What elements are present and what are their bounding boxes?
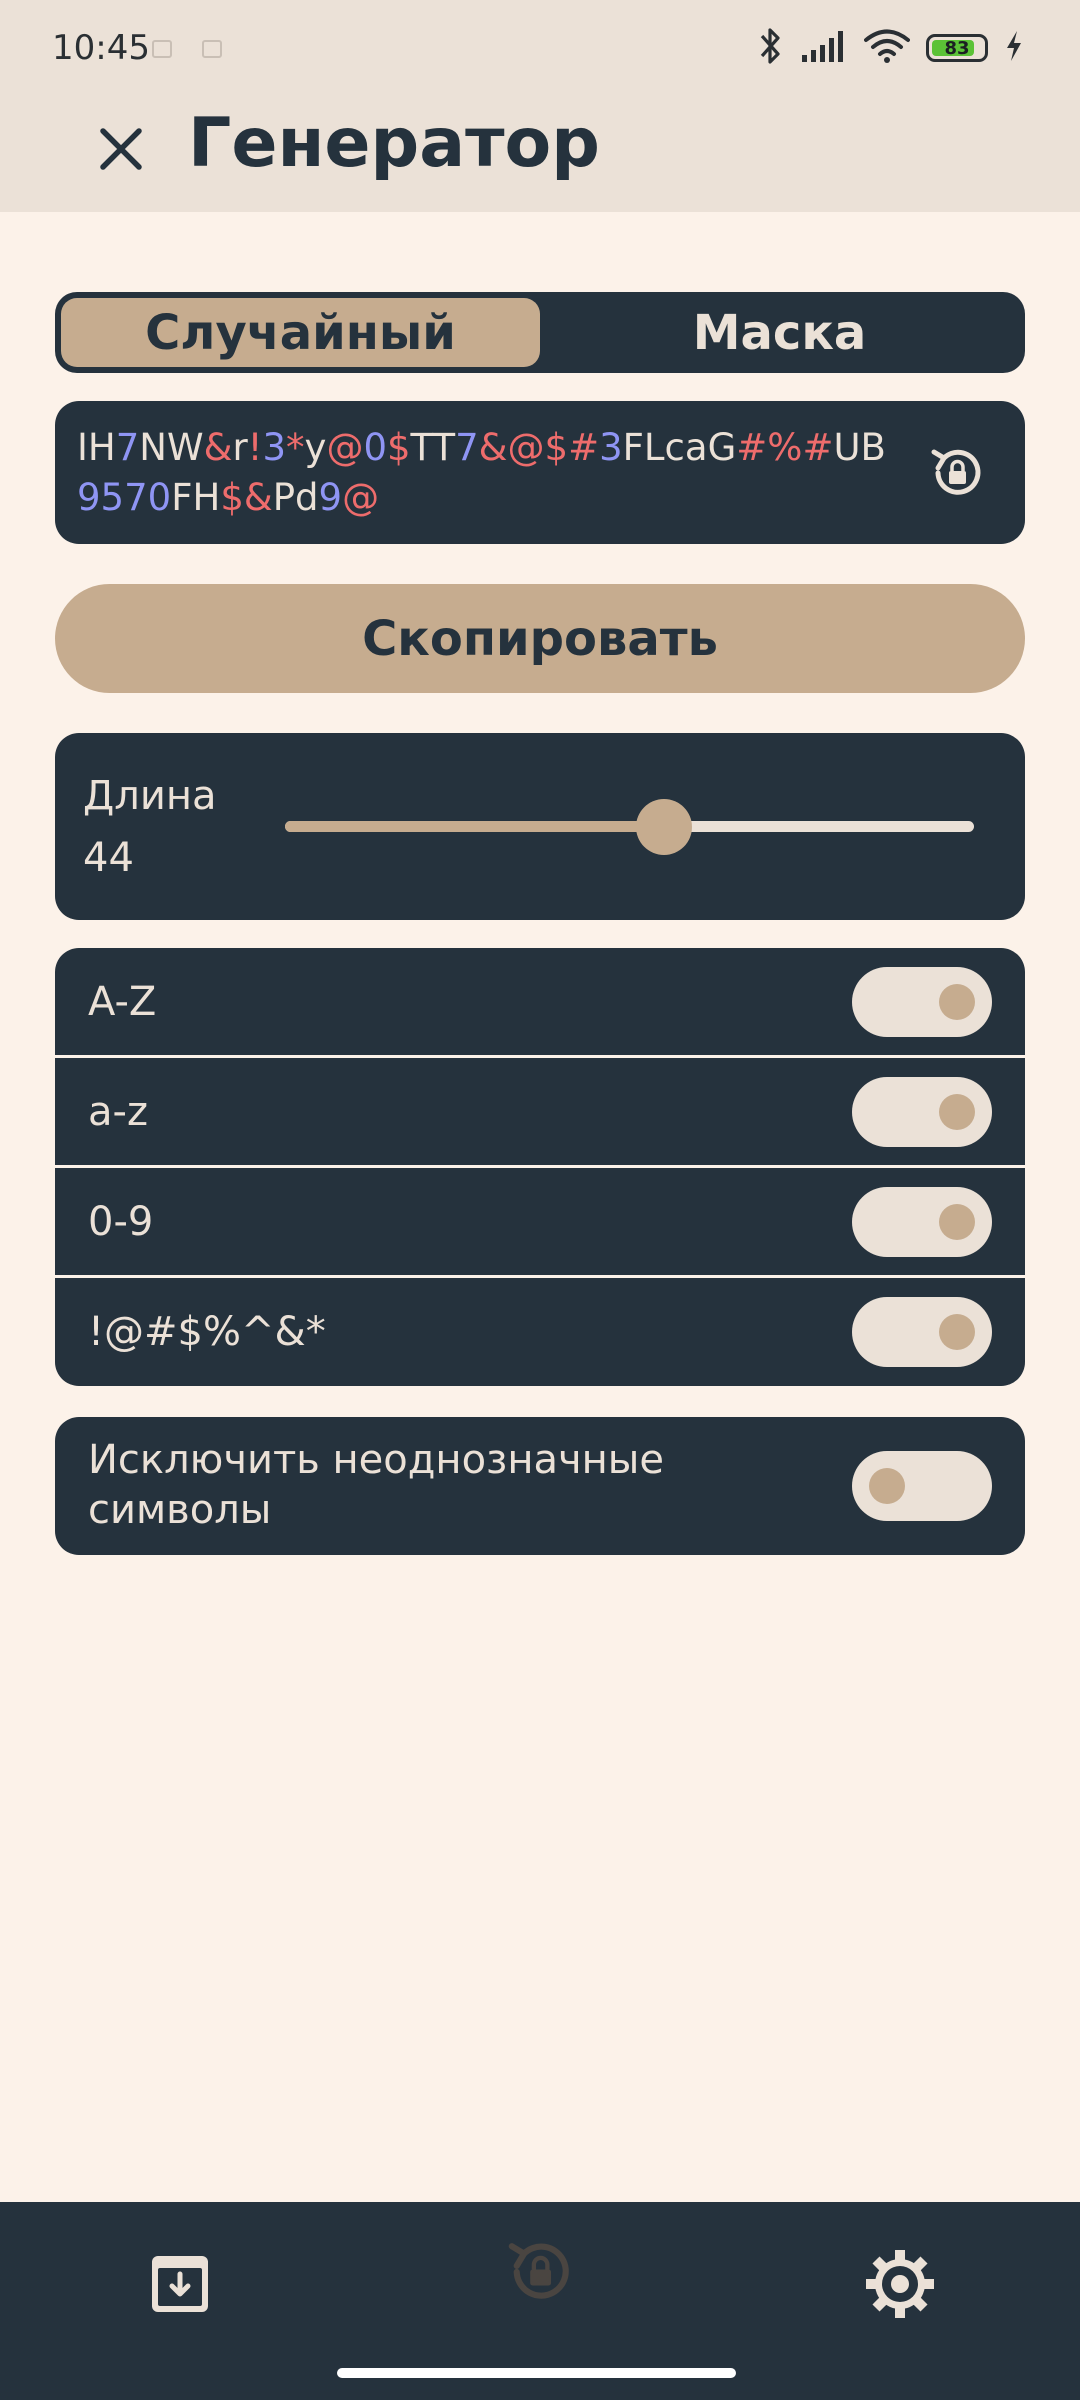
app-header: Генератор <box>0 96 1080 212</box>
nav-settings[interactable] <box>860 2244 940 2324</box>
mode-switch: Случайный Маска <box>55 292 1025 373</box>
page-title: Генератор <box>188 104 600 183</box>
length-label: Длина <box>83 773 217 819</box>
tab-random[interactable]: Случайный <box>61 298 540 367</box>
uppercase-switch[interactable] <box>852 966 992 1037</box>
signal-icon <box>800 29 848 67</box>
notification-icon <box>152 40 172 58</box>
switch-knob <box>939 1203 975 1240</box>
slider-thumb[interactable] <box>635 799 692 855</box>
nav-generator[interactable] <box>500 2232 580 2312</box>
battery-icon: 83 <box>926 34 988 62</box>
regenerate-button[interactable] <box>925 441 989 505</box>
length-card: Длина 44 <box>55 733 1025 920</box>
lock-reset-icon <box>508 2243 569 2299</box>
home-indicator <box>337 2368 736 2378</box>
bottom-nav <box>0 2202 1080 2400</box>
status-icons: 83 <box>758 26 1024 70</box>
close-button[interactable] <box>88 116 154 182</box>
slider-fill <box>285 821 664 832</box>
switch-knob <box>869 1468 905 1504</box>
toggle-row-digits[interactable]: 0-9 <box>55 1168 1025 1275</box>
toggle-row-lowercase[interactable]: a-z <box>55 1058 1025 1165</box>
symbols-switch[interactable] <box>852 1297 992 1367</box>
exclude-ambiguous-label: Исключить неоднозначные символы <box>88 1437 664 1533</box>
password-card: IH7NW&r!3*y@0$TT7&@$#3FLcaG#%#UB9570FH$&… <box>55 401 1025 544</box>
generated-password: IH7NW&r!3*y@0$TT7&@$#3FLcaG#%#UB9570FH$&… <box>77 426 886 519</box>
nav-archive[interactable] <box>140 2244 220 2324</box>
archive-download-icon <box>152 2256 208 2312</box>
status-bar: 10:45 83 <box>0 0 1080 96</box>
toggle-label: a-z <box>88 1088 148 1135</box>
battery-level: 83 <box>944 37 970 59</box>
charset-toggles: A-Z a-z 0-9 !@#$%^&* <box>55 948 1025 1386</box>
length-value: 44 <box>83 835 134 881</box>
toggle-row-uppercase[interactable]: A-Z <box>55 948 1025 1055</box>
toggle-label: 0-9 <box>88 1198 154 1245</box>
status-time: 10:45 <box>52 28 150 68</box>
toggle-label: A-Z <box>88 978 157 1025</box>
length-slider[interactable] <box>285 799 974 855</box>
toggle-label: !@#$%^&* <box>88 1309 326 1355</box>
bluetooth-icon <box>758 26 784 70</box>
tab-mask[interactable]: Маска <box>540 298 1019 367</box>
switch-knob <box>939 1314 975 1350</box>
wifi-icon <box>864 29 910 67</box>
charging-icon <box>1004 30 1024 66</box>
lowercase-switch[interactable] <box>852 1076 992 1147</box>
exclude-ambiguous-card[interactable]: Исключить неоднозначные символы <box>55 1417 1025 1555</box>
notification-icon <box>202 40 222 58</box>
switch-knob <box>939 983 975 1020</box>
gear-icon <box>866 2250 934 2318</box>
switch-knob <box>939 1093 975 1130</box>
exclude-ambiguous-switch[interactable] <box>852 1451 992 1521</box>
lock-reset-icon <box>931 449 981 495</box>
toggle-row-symbols[interactable]: !@#$%^&* <box>55 1278 1025 1386</box>
copy-button[interactable]: Скопировать <box>55 584 1025 693</box>
close-icon <box>100 128 142 170</box>
digits-switch[interactable] <box>852 1186 992 1257</box>
